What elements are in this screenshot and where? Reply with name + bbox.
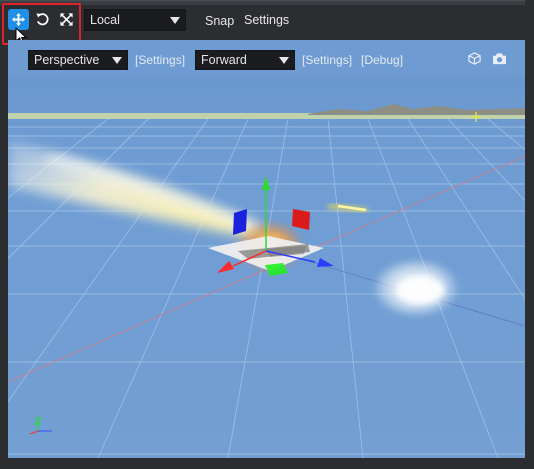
window-bottom-edge (0, 458, 534, 469)
particle-trail (8, 140, 258, 238)
chevron-down-icon (279, 56, 289, 64)
render-settings-link[interactable]: [Settings] (302, 53, 352, 67)
rotate-tool-button[interactable] (32, 9, 53, 30)
axis-orientation-icon (29, 417, 52, 435)
scene-viewport[interactable] (8, 76, 525, 458)
projection-dropdown[interactable]: Perspective (28, 50, 128, 70)
scale-tool-button[interactable] (56, 9, 77, 30)
snap-button[interactable]: Snap (205, 14, 234, 28)
viewport-toolbar: Perspective [Settings] Forward [Settings… (8, 40, 525, 76)
coordinate-space-value: Local (90, 13, 120, 27)
cube-icon[interactable] (468, 52, 481, 65)
render-path-value: Forward (201, 53, 247, 67)
coordinate-space-dropdown[interactable]: Local (84, 9, 186, 31)
main-toolbar: Local Snap Settings (0, 5, 534, 35)
chevron-down-icon (170, 16, 180, 24)
window-right-edge (525, 0, 534, 469)
projection-settings-link[interactable]: [Settings] (135, 53, 185, 67)
scale-arrows-icon (60, 13, 73, 26)
distant-mountains (308, 104, 525, 115)
scene-render (8, 104, 525, 458)
camera-icon[interactable] (492, 52, 507, 65)
rotate-icon (36, 13, 49, 26)
debug-link[interactable]: [Debug] (361, 53, 403, 67)
render-path-dropdown[interactable]: Forward (195, 50, 295, 70)
projection-value: Perspective (34, 53, 100, 67)
chevron-down-icon (112, 56, 122, 64)
move-arrows-icon (11, 12, 26, 27)
snap-settings-button[interactable]: Settings (244, 13, 289, 27)
